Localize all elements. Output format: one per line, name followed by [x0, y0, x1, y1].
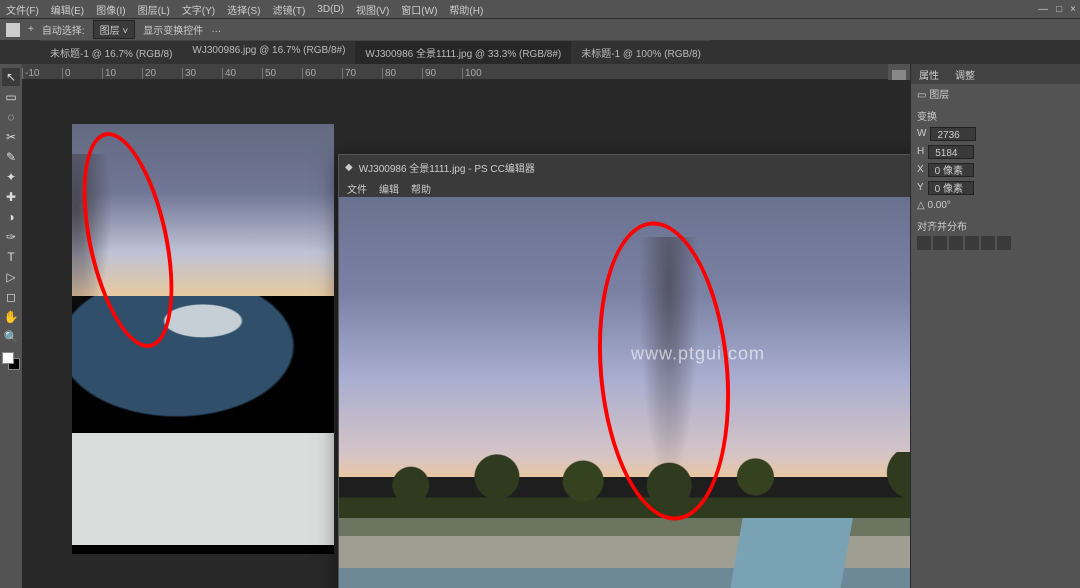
close-button[interactable]: ×	[1070, 4, 1076, 15]
align-top-icon[interactable]	[965, 236, 979, 250]
clone-tool[interactable]: ✚	[2, 188, 20, 206]
ruler-tick: 40	[222, 68, 262, 79]
workspace: ↖ ▭ ◌ ✂ ✎ ✦ ✚ ◑ ✑ T ▷ ◻ ✋ 🔍 -10 0 10 20 …	[0, 64, 1080, 588]
tool-icon: +	[28, 24, 34, 35]
ruler-tick: 0	[62, 68, 102, 79]
menu-item[interactable]: 文件(F)	[6, 2, 39, 17]
menu-item[interactable]: 编辑(E)	[51, 2, 84, 17]
ruler-tick: 60	[302, 68, 342, 79]
move-tool[interactable]: ↖	[2, 68, 20, 86]
width-label: W	[917, 126, 926, 142]
x-field[interactable]: 0 像素	[928, 163, 974, 177]
x-label: X	[917, 162, 924, 178]
ruler-tick: 100	[462, 68, 502, 79]
foreground-color[interactable]	[2, 352, 14, 364]
menu-item[interactable]: 滤镜(T)	[273, 2, 306, 17]
floating-document-window[interactable]: ◆ WJ300986 全景1111.jpg - PS CC编辑器 — □ × 文…	[338, 154, 910, 588]
menu-item[interactable]: 3D(D)	[317, 4, 344, 15]
menu-item[interactable]: 帮助	[411, 181, 431, 196]
align-header: 对齐并分布	[917, 220, 1074, 236]
document-tabbar: 未标题-1 @ 16.7% (RGB/8) WJ300986.jpg @ 16.…	[0, 40, 1080, 64]
autoselect-label: 自动选择:	[42, 22, 85, 37]
panel-tab[interactable]: 调整	[947, 64, 983, 84]
maximize-button[interactable]: □	[1056, 4, 1062, 15]
gradient-tool[interactable]: ◑	[2, 208, 20, 226]
hand-tool[interactable]: ✋	[2, 308, 20, 326]
transform-controls-checkbox[interactable]: 显示变换控件	[143, 22, 203, 37]
color-swatch[interactable]	[2, 352, 20, 370]
panel-tabs: 属性 调整	[911, 64, 1080, 84]
y-field[interactable]: 0 像素	[928, 181, 974, 195]
ruler-tick: 50	[262, 68, 302, 79]
horizontal-ruler: -10 0 10 20 30 40 50 60 70 80 90 100	[22, 64, 910, 80]
options-bar: + 自动选择: 图层 ˅ 显示变换控件 …	[0, 18, 1080, 40]
align-bottom-icon[interactable]	[997, 236, 1011, 250]
floating-image[interactable]: www.ptgui.com	[339, 197, 910, 588]
angle-field[interactable]: △ 0.00°	[917, 198, 951, 214]
brush-tool[interactable]: ✎	[2, 148, 20, 166]
type-tool[interactable]: T	[2, 248, 20, 266]
properties-panel: 属性 调整 ▭ 图层 变换 W 2736 像素 H 5184 像素 X 0 像素…	[910, 64, 1080, 588]
ruler-tick: 90	[422, 68, 462, 79]
canvas-area[interactable]: ◆ WJ300986 全景1111.jpg - PS CC编辑器 — □ × 文…	[22, 80, 910, 588]
crop-tool[interactable]: ✂	[2, 128, 20, 146]
panel-tab[interactable]: 属性	[911, 64, 947, 84]
ruler-tick: 30	[182, 68, 222, 79]
image-ground	[339, 518, 910, 588]
height-field[interactable]: 5184 像素	[928, 145, 974, 159]
align-middle-icon[interactable]	[981, 236, 995, 250]
ruler-tick: 70	[342, 68, 382, 79]
document-tab[interactable]: WJ300986 全景1111.jpg @ 33.3% (RGB/8#)	[355, 40, 571, 64]
menu-item[interactable]: 文字(Y)	[182, 2, 215, 17]
floating-menubar: 文件 编辑 帮助	[339, 179, 910, 197]
pen-tool[interactable]: ✑	[2, 228, 20, 246]
zoom-tool[interactable]: 🔍	[2, 328, 20, 346]
ruler-tick: 20	[142, 68, 182, 79]
marquee-tool[interactable]: ▭	[2, 88, 20, 106]
align-center-icon[interactable]	[933, 236, 947, 250]
floating-titlebar[interactable]: ◆ WJ300986 全景1111.jpg - PS CC编辑器 — □ ×	[339, 155, 910, 179]
app-icon: ◆	[345, 162, 353, 173]
align-left-icon[interactable]	[917, 236, 931, 250]
menu-item[interactable]: 编辑	[379, 181, 399, 196]
healing-tool[interactable]: ✦	[2, 168, 20, 186]
menu-item[interactable]: 视图(V)	[356, 2, 389, 17]
lasso-tool[interactable]: ◌	[2, 108, 20, 126]
shape-tool[interactable]: ◻	[2, 288, 20, 306]
menu-item[interactable]: 窗口(W)	[401, 2, 437, 17]
image-sky	[339, 197, 910, 477]
background-document[interactable]	[72, 124, 334, 554]
layer-type-label: ▭ 图层	[917, 88, 1074, 104]
width-field[interactable]: 2736 像素	[930, 127, 976, 141]
menu-item[interactable]: 文件	[347, 181, 367, 196]
document-tab[interactable]: 未标题-1 @ 16.7% (RGB/8)	[40, 40, 182, 64]
menu-item[interactable]: 选择(S)	[227, 2, 260, 17]
tools-toolbar: ↖ ▭ ◌ ✂ ✎ ✦ ✚ ◑ ✑ T ▷ ◻ ✋ 🔍	[0, 64, 22, 588]
application-menubar: 文件(F) 编辑(E) 图像(I) 图层(L) 文字(Y) 选择(S) 滤镜(T…	[0, 0, 1080, 18]
window-controls: — □ ×	[1038, 0, 1076, 18]
menu-item[interactable]: 图像(I)	[96, 2, 125, 17]
ruler-tick: 80	[382, 68, 422, 79]
minimize-button[interactable]: —	[1038, 4, 1048, 15]
home-icon[interactable]	[6, 23, 20, 37]
document-tab[interactable]: 未标题-1 @ 100% (RGB/8)	[571, 40, 711, 64]
section-header: 变换	[917, 110, 1074, 126]
align-buttons[interactable]: …	[211, 24, 221, 35]
image-sky	[72, 124, 334, 296]
image-road	[72, 296, 334, 545]
menu-item[interactable]: 帮助(H)	[449, 2, 483, 17]
path-tool[interactable]: ▷	[2, 268, 20, 286]
ruler-tick: -10	[22, 68, 62, 79]
align-buttons-row	[917, 236, 1074, 250]
menu-item[interactable]: 图层(L)	[138, 2, 170, 17]
height-label: H	[917, 144, 924, 160]
y-label: Y	[917, 180, 924, 196]
align-right-icon[interactable]	[949, 236, 963, 250]
ruler-tick: 10	[102, 68, 142, 79]
autoselect-dropdown[interactable]: 图层 ˅	[93, 20, 136, 39]
document-tab[interactable]: WJ300986.jpg @ 16.7% (RGB/8#)	[182, 40, 355, 64]
floating-title: WJ300986 全景1111.jpg - PS CC编辑器	[359, 160, 535, 175]
watermark-text: www.ptgui.com	[631, 343, 765, 364]
